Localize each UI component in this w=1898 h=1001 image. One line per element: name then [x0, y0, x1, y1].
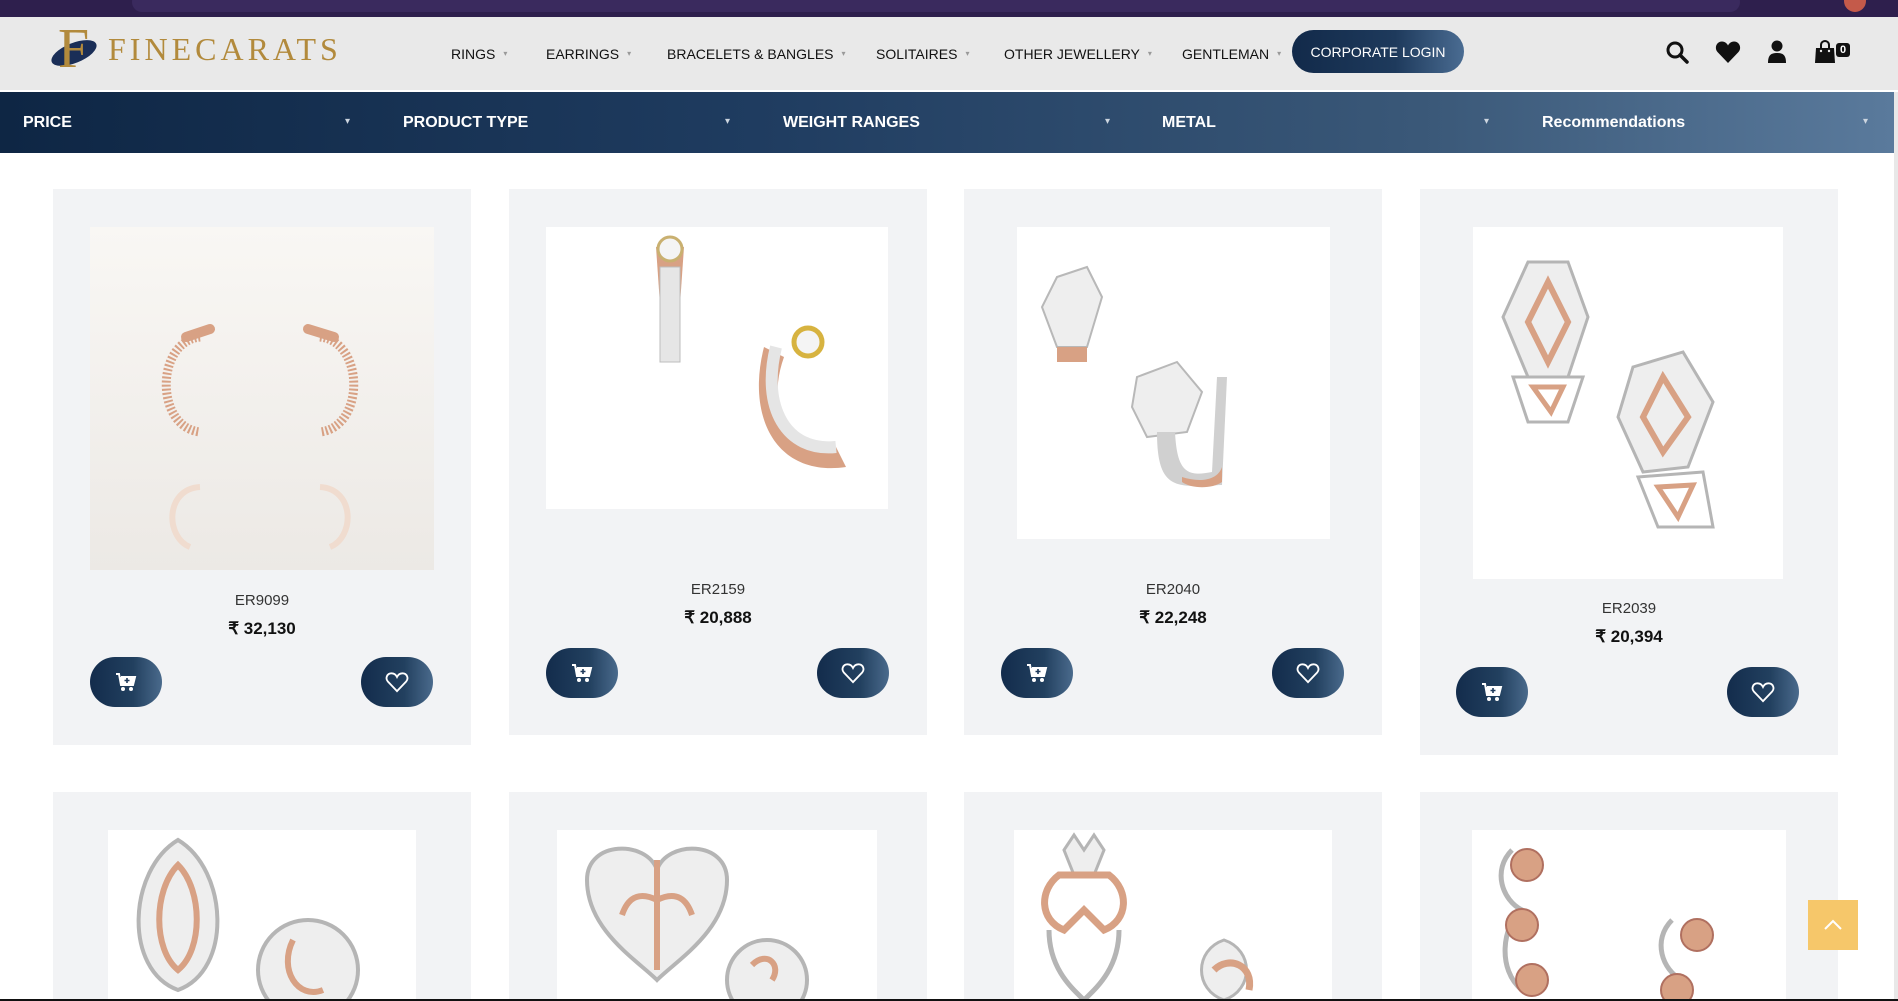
add-to-cart-button[interactable] — [90, 657, 162, 707]
nav-rings-label: RINGS — [451, 45, 496, 62]
chevron-down-icon: ▾ — [1277, 49, 1282, 58]
product-price: ₹ 32,130 — [228, 619, 296, 638]
cart-plus-icon — [1482, 683, 1503, 701]
filter-price[interactable]: PRICE — [23, 92, 72, 153]
filter-weight-ranges[interactable]: WEIGHT RANGES — [783, 92, 920, 153]
user-icon[interactable] — [1764, 39, 1790, 65]
rose-flower-earrings-image — [1498, 848, 1714, 1001]
wishlist-button[interactable] — [1727, 667, 1799, 717]
diamond-cluster-earrings-image — [1040, 265, 1227, 488]
cart-plus-icon — [116, 673, 137, 691]
top-search-pill[interactable] — [132, 0, 1740, 12]
nav-other-label: OTHER JEWELLERY — [1004, 45, 1140, 62]
product-image[interactable] — [108, 830, 416, 1001]
heart-leaf-diamond-earrings-image — [584, 846, 809, 1001]
nav-earrings[interactable]: EARRINGS ▾ — [546, 17, 631, 90]
product-card[interactable]: ER2159 ₹ 20,888 — [509, 189, 927, 735]
nav-rings[interactable]: RINGS ▾ — [451, 17, 507, 90]
chevron-down-icon: ▾ — [1484, 116, 1490, 127]
brand-name: FINECARATS — [108, 30, 342, 67]
geometric-rose-gold-earrings-image — [1501, 260, 1715, 529]
shopping-bag-icon[interactable] — [1812, 39, 1838, 65]
chevron-down-icon: ▾ — [841, 49, 846, 58]
chevron-down-icon: ▾ — [965, 49, 970, 58]
product-image[interactable] — [1017, 227, 1330, 539]
heart-outline-icon — [1296, 663, 1320, 684]
product-sku[interactable]: ER2039 — [1420, 600, 1838, 617]
product-card[interactable] — [1420, 792, 1838, 1001]
nav-solitaires-label: SOLITAIRES — [876, 45, 958, 62]
brand-logo[interactable]: F FINECARATS — [48, 21, 342, 77]
corporate-login-button[interactable]: CORPORATE LOGIN — [1292, 30, 1464, 73]
crown-heart-earrings-image — [1041, 832, 1254, 1001]
product-card[interactable]: ER2039 ₹ 20,394 — [1420, 189, 1838, 755]
page-scroll-edge — [1894, 92, 1898, 1001]
filter-metal[interactable]: METAL — [1162, 92, 1216, 153]
filter-bar: PRICE ▾ PRODUCT TYPE ▾ WEIGHT RANGES ▾ M… — [0, 92, 1894, 153]
cart-plus-icon — [572, 664, 593, 682]
wishlist-button[interactable] — [1272, 648, 1344, 698]
product-price: ₹ 20,394 — [1595, 627, 1663, 646]
filter-recommendations[interactable]: Recommendations — [1542, 92, 1685, 153]
product-image[interactable] — [546, 227, 888, 509]
chevron-down-icon: ▾ — [1105, 116, 1111, 127]
heart-outline-icon — [841, 663, 865, 684]
heart-outline-icon — [385, 672, 409, 693]
chevron-down-icon: ▾ — [627, 49, 632, 58]
product-image[interactable] — [1014, 830, 1332, 1001]
nav-other-jewellery[interactable]: OTHER JEWELLERY ▾ — [1004, 17, 1152, 90]
product-image[interactable] — [90, 227, 434, 570]
top-strip — [0, 0, 1898, 17]
nav-gentleman[interactable]: GENTLEMAN ▾ — [1182, 17, 1281, 90]
nav-gentleman-label: GENTLEMAN — [1182, 45, 1270, 62]
product-image[interactable] — [557, 830, 877, 1001]
product-card[interactable]: ER2040 ₹ 22,248 — [964, 189, 1382, 735]
nav-bracelets-label: BRACELETS & BANGLES — [667, 45, 834, 62]
chevron-down-icon: ▾ — [1863, 116, 1869, 127]
chevron-down-icon: ▾ — [1147, 49, 1152, 58]
heart-outline-icon — [1751, 682, 1775, 703]
nav-earrings-label: EARRINGS — [546, 45, 620, 62]
product-card[interactable]: ER9099 ₹ 32,130 — [53, 189, 471, 745]
filter-product-type[interactable]: PRODUCT TYPE — [403, 92, 528, 153]
chevron-down-icon: ▾ — [503, 49, 508, 58]
cart-count-badge: 0 — [1836, 43, 1851, 57]
add-to-cart-button[interactable] — [1001, 648, 1073, 698]
teardrop-diamond-earrings-image — [136, 837, 360, 1001]
product-price: ₹ 20,888 — [684, 608, 752, 627]
product-card[interactable] — [964, 792, 1382, 1001]
nav-bracelets-bangles[interactable]: BRACELETS & BANGLES ▾ — [667, 17, 846, 90]
nav-solitaires[interactable]: SOLITAIRES ▾ — [876, 17, 969, 90]
back-to-top-button[interactable] — [1808, 900, 1858, 950]
logo-mark-icon: F — [48, 21, 104, 77]
search-icon[interactable] — [1664, 39, 1690, 65]
site-header: F FINECARATS RINGS ▾ EARRINGS ▾ BRACELETS … — [0, 17, 1898, 90]
chevron-up-icon — [1824, 919, 1842, 930]
rose-gold-nail-earrings-image — [161, 324, 359, 550]
product-price: ₹ 22,248 — [1139, 608, 1207, 627]
add-to-cart-button[interactable] — [546, 648, 618, 698]
product-image[interactable] — [1473, 227, 1783, 579]
solitaire-huggie-earrings-image — [656, 235, 846, 469]
wishlist-button[interactable] — [361, 657, 433, 707]
heart-icon[interactable] — [1715, 39, 1741, 65]
chevron-down-icon: ▾ — [725, 116, 731, 127]
product-card[interactable] — [53, 792, 471, 1001]
cart-plus-icon — [1027, 664, 1048, 682]
product-sku[interactable]: ER2159 — [509, 581, 927, 598]
product-sku[interactable]: ER2040 — [964, 581, 1382, 598]
chevron-down-icon: ▾ — [345, 116, 351, 127]
country-flag-icon[interactable] — [1844, 0, 1866, 12]
product-image[interactable] — [1472, 830, 1786, 1001]
product-sku[interactable]: ER9099 — [53, 592, 471, 609]
add-to-cart-button[interactable] — [1456, 667, 1528, 717]
product-card[interactable] — [509, 792, 927, 1001]
wishlist-button[interactable] — [817, 648, 889, 698]
